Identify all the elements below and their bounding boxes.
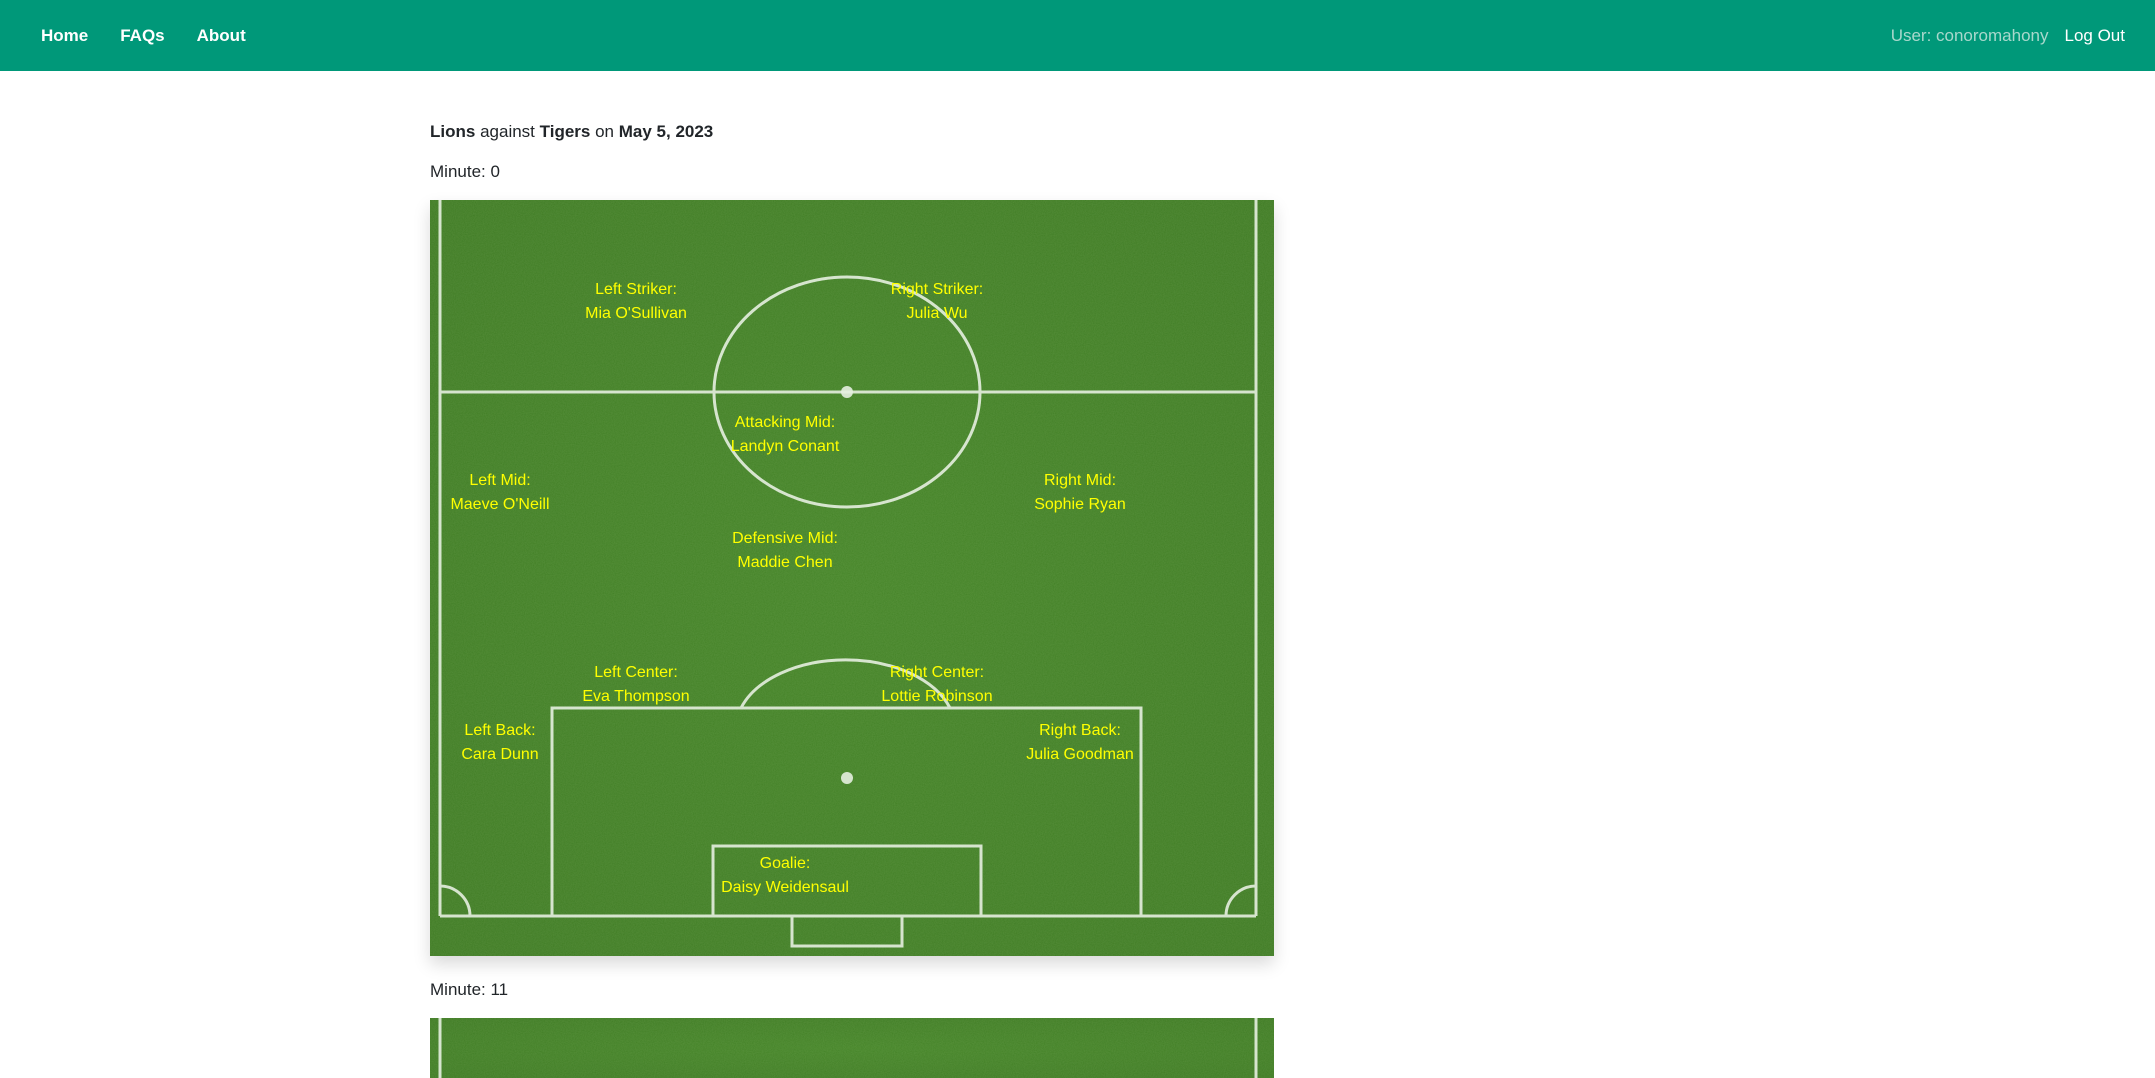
nav-user-area: User: conoromahony Log Out (1891, 26, 2125, 46)
player-right-back[interactable]: Right Back: Julia Goodman (1026, 719, 1134, 767)
player-role: Defensive Mid: (732, 530, 838, 547)
player-attacking-mid[interactable]: Attacking Mid: Landyn Conant (731, 411, 840, 459)
user-label: User: conoromahony (1890, 25, 2049, 45)
nav-about-link[interactable]: About (197, 26, 246, 46)
player-role: Right Striker: (890, 281, 984, 298)
nav-links: Home FAQs About (41, 26, 278, 46)
player-name: Julia Goodman (1026, 746, 1134, 763)
player-role: Attacking Mid: (734, 414, 836, 431)
nav-faqs-link[interactable]: FAQs (120, 26, 164, 46)
player-role: Left Back: (464, 722, 536, 739)
player-role: Right Center: (889, 664, 985, 681)
player-name: Daisy Weidensaul (721, 879, 849, 896)
player-name: Sophie Ryan (1034, 496, 1126, 513)
match-summary: Lions against Tigers on May 5, 2023 (430, 120, 1274, 144)
soccer-pitch (430, 1018, 1274, 1078)
player-name: Landyn Conant (730, 438, 840, 455)
logout-link[interactable]: Log Out (2065, 26, 2126, 46)
player-role: Right Back: (1039, 722, 1121, 739)
pitch-graphic (430, 200, 1274, 956)
opponent-name: Tigers (539, 122, 591, 141)
player-role: Left Striker: (595, 281, 677, 298)
player-role: Left Center: (594, 664, 678, 681)
player-role: Left Mid: (469, 472, 531, 489)
player-name: Julia Wu (906, 305, 968, 322)
minute-label: Minute: 0 (430, 162, 500, 181)
minute-label: Minute: 11 (430, 980, 509, 999)
player-name: Maeve O'Neill (450, 496, 550, 513)
player-name: Cara Dunn (461, 746, 539, 763)
player-right-mid[interactable]: Right Mid: Sophie Ryan (1034, 469, 1126, 517)
against-text: against (480, 122, 535, 141)
player-name: Maddie Chen (737, 554, 833, 571)
player-left-center[interactable]: Left Center: Eva Thompson (582, 661, 689, 709)
player-defensive-mid[interactable]: Defensive Mid: Maddie Chen (732, 527, 838, 575)
player-right-center[interactable]: Right Center: Lottie Robinson (881, 661, 992, 709)
top-navbar: Home FAQs About User: conoromahony Log O… (0, 0, 2155, 71)
player-right-striker[interactable]: Right Striker: Julia Wu (891, 278, 983, 326)
player-left-back[interactable]: Left Back: Cara Dunn (461, 719, 538, 767)
game-content: Lions against Tigers on May 5, 2023 Minu… (430, 120, 1274, 1078)
player-name: Lottie Robinson (881, 688, 993, 705)
nav-home-link[interactable]: Home (41, 26, 88, 46)
on-text: on (595, 122, 615, 141)
match-date: May 5, 2023 (618, 122, 714, 141)
player-left-striker[interactable]: Left Striker: Mia O'Sullivan (585, 278, 687, 326)
player-role: Right Mid: (1043, 472, 1117, 489)
player-role: Goalie: (759, 855, 811, 872)
player-left-mid[interactable]: Left Mid: Maeve O'Neill (450, 469, 549, 517)
soccer-pitch: Left Striker: Mia O'Sullivan Right Strik… (430, 200, 1274, 956)
player-name: Eva Thompson (582, 688, 690, 705)
team-name: Lions (430, 122, 476, 141)
player-goalie[interactable]: Goalie: Daisy Weidensaul (721, 852, 849, 900)
pitch-graphic (430, 1018, 1274, 1078)
player-name: Mia O'Sullivan (585, 305, 687, 322)
